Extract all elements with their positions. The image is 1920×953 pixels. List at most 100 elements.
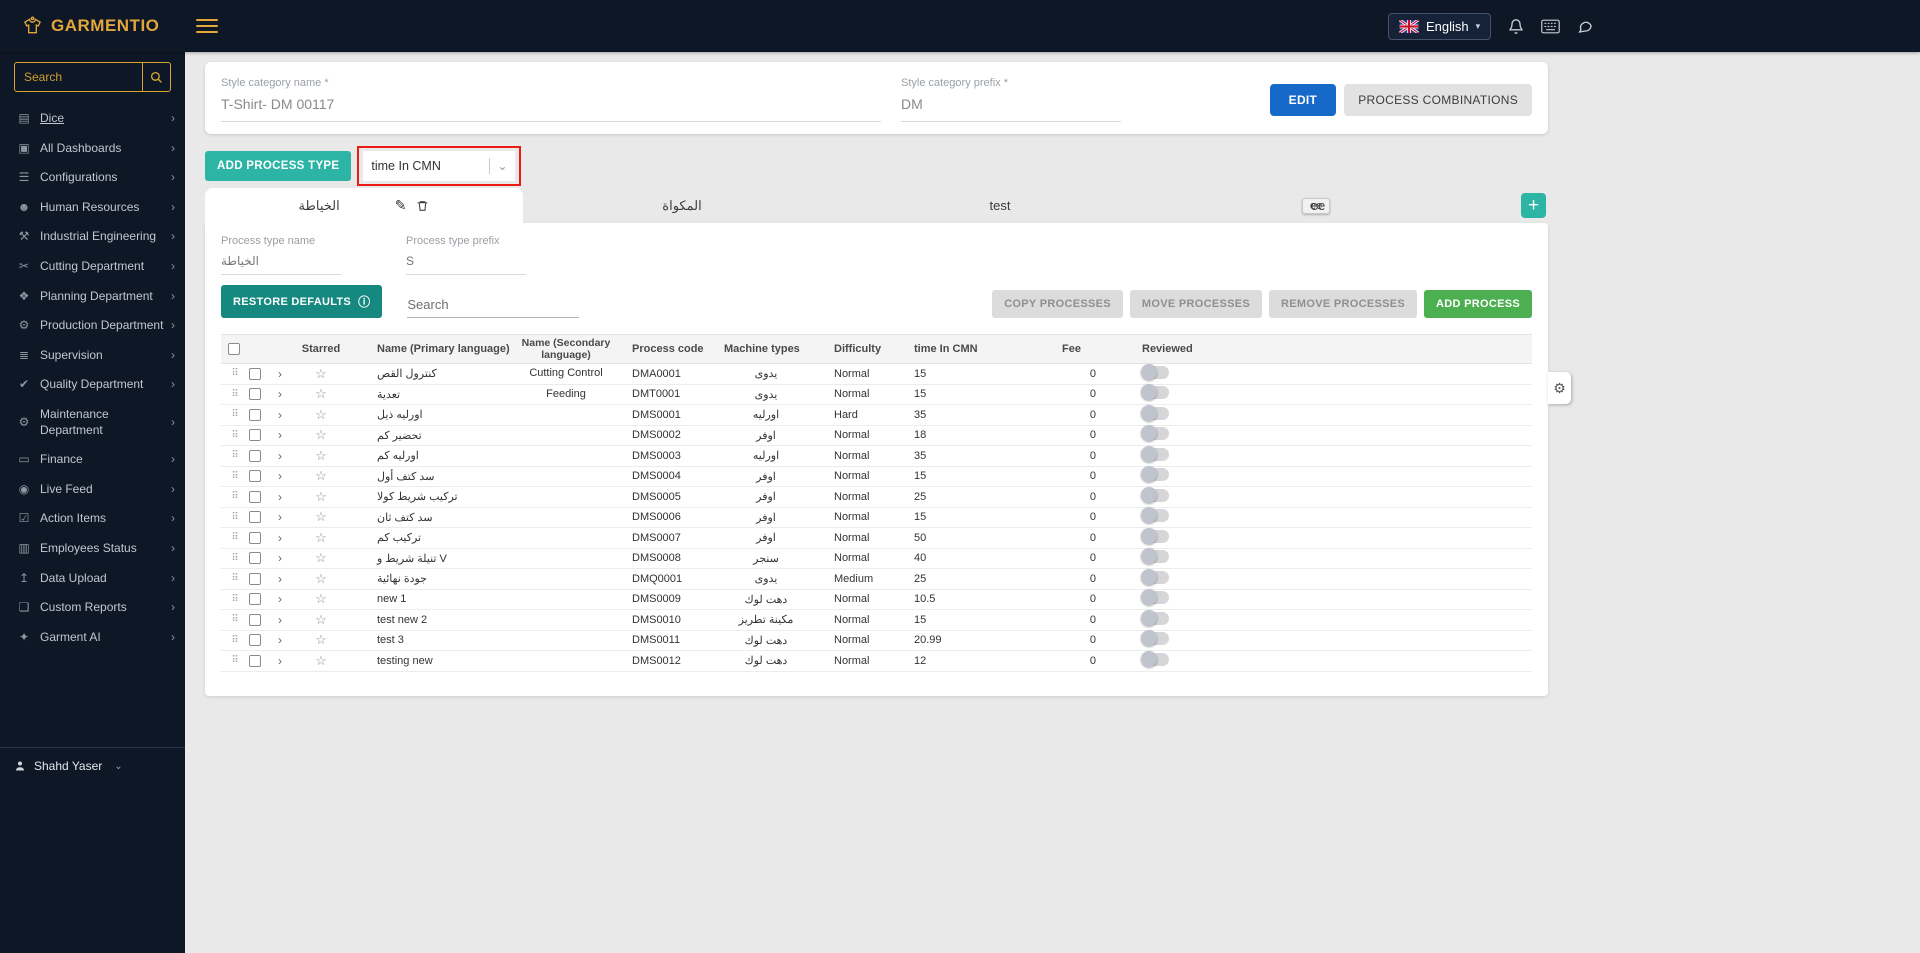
row-checkbox[interactable] xyxy=(249,572,261,585)
expand-row-icon[interactable]: › xyxy=(269,531,291,545)
drag-handle-icon[interactable]: ⠿ xyxy=(221,450,249,461)
drag-handle-icon[interactable]: ⠿ xyxy=(221,471,249,482)
expand-row-icon[interactable]: › xyxy=(269,449,291,463)
header-name-secondary[interactable]: Name (Secondary language) xyxy=(511,337,621,361)
reviewed-toggle[interactable] xyxy=(1141,548,1169,565)
expand-row-icon[interactable]: › xyxy=(269,551,291,565)
header-difficulty[interactable]: Difficulty xyxy=(816,343,906,355)
reviewed-toggle[interactable] xyxy=(1141,568,1169,585)
expand-row-icon[interactable]: › xyxy=(269,633,291,647)
expand-row-icon[interactable]: › xyxy=(269,469,291,483)
drag-handle-icon[interactable]: ⠿ xyxy=(221,553,249,564)
star-icon[interactable]: ☆ xyxy=(315,653,327,668)
table-search-input[interactable]: Search xyxy=(407,295,580,318)
header-reviewed[interactable]: Reviewed xyxy=(1136,343,1231,355)
expand-row-icon[interactable]: › xyxy=(269,510,291,524)
search-icon[interactable] xyxy=(142,63,170,91)
add-process-button[interactable]: ADD PROCESS xyxy=(1424,290,1532,318)
row-checkbox[interactable] xyxy=(249,408,261,421)
row-checkbox[interactable] xyxy=(249,531,261,544)
sidebar-item-live-feed[interactable]: ◉ Live Feed › xyxy=(0,475,185,505)
expand-row-icon[interactable]: › xyxy=(269,592,291,606)
star-icon[interactable]: ☆ xyxy=(315,448,327,463)
star-icon[interactable]: ☆ xyxy=(315,530,327,545)
sidebar-item-dice[interactable]: ▤ Dice › xyxy=(0,104,185,134)
expand-row-icon[interactable]: › xyxy=(269,408,291,422)
star-icon[interactable]: ☆ xyxy=(315,366,327,381)
row-checkbox[interactable] xyxy=(249,367,261,380)
drag-handle-icon[interactable]: ⠿ xyxy=(221,635,249,646)
row-checkbox[interactable] xyxy=(249,552,261,565)
expand-row-icon[interactable]: › xyxy=(269,654,291,668)
header-fee[interactable]: Fee xyxy=(1056,343,1136,355)
reviewed-toggle[interactable] xyxy=(1141,507,1169,524)
reviewed-toggle[interactable] xyxy=(1141,384,1169,401)
reviewed-toggle[interactable] xyxy=(1141,445,1169,462)
header-process-code[interactable]: Process code xyxy=(621,343,716,355)
sidebar-item-quality-department[interactable]: ✔ Quality Department › xyxy=(0,370,185,400)
sidebar-item-action-items[interactable]: ☑ Action Items › xyxy=(0,504,185,534)
row-checkbox[interactable] xyxy=(249,654,261,667)
sidebar-item-employees-status[interactable]: ▥ Employees Status › xyxy=(0,534,185,564)
drag-handle-icon[interactable]: ⠿ xyxy=(221,594,249,605)
drag-handle-icon[interactable]: ⠿ xyxy=(221,573,249,584)
drag-handle-icon[interactable]: ⠿ xyxy=(221,389,249,400)
drag-handle-icon[interactable]: ⠿ xyxy=(221,532,249,543)
row-checkbox[interactable] xyxy=(249,634,261,647)
add-process-type-tab-button[interactable]: + xyxy=(1521,193,1546,218)
reviewed-toggle[interactable] xyxy=(1141,609,1169,626)
row-checkbox[interactable] xyxy=(249,511,261,524)
header-time-in-cmn[interactable]: time In CMN xyxy=(906,343,1056,355)
drag-handle-icon[interactable]: ⠿ xyxy=(221,430,249,441)
sidebar-item-maintenance-department[interactable]: ⚙ Maintenance Department › xyxy=(0,400,185,445)
sidebar-item-supervision[interactable]: ≣ Supervision › xyxy=(0,341,185,371)
edit-icon[interactable]: ✎ xyxy=(395,197,407,214)
star-icon[interactable]: ☆ xyxy=(315,509,327,524)
star-icon[interactable]: ☆ xyxy=(315,427,327,442)
expand-row-icon[interactable]: › xyxy=(269,572,291,586)
process-type-prefix-field[interactable]: S xyxy=(406,254,526,275)
reviewed-toggle[interactable] xyxy=(1141,650,1169,667)
bell-icon[interactable] xyxy=(1508,18,1524,35)
delete-icon[interactable] xyxy=(416,199,429,213)
sidebar-item-production-department[interactable]: ⚙ Production Department › xyxy=(0,311,185,341)
sidebar-item-cutting-department[interactable]: ✂ Cutting Department › xyxy=(0,252,185,282)
expand-row-icon[interactable]: › xyxy=(269,613,291,627)
reviewed-toggle[interactable] xyxy=(1141,466,1169,483)
reviewed-toggle[interactable] xyxy=(1141,630,1169,647)
star-icon[interactable]: ☆ xyxy=(315,591,327,606)
sidebar-item-data-upload[interactable]: ↥ Data Upload › xyxy=(0,564,185,594)
reviewed-toggle[interactable] xyxy=(1141,527,1169,544)
copy-processes-button[interactable]: COPY PROCESSES xyxy=(992,290,1123,318)
row-checkbox[interactable] xyxy=(249,490,261,503)
style-name-field[interactable]: T-Shirt- DM 00117 xyxy=(221,96,881,122)
restore-defaults-button[interactable]: RESTORE DEFAULTS ⓘ xyxy=(221,285,383,318)
select-all-checkbox[interactable] xyxy=(228,343,240,356)
style-prefix-field[interactable]: DM xyxy=(901,96,1121,122)
time-metric-dropdown[interactable]: time In CMN ⌄ xyxy=(363,151,516,181)
column-settings-tab[interactable]: ⚙ xyxy=(1548,372,1571,404)
tab-process-type-0[interactable]: الخياطة ✎ xyxy=(205,188,523,223)
star-icon[interactable]: ☆ xyxy=(315,386,327,401)
hamburger-menu-icon[interactable] xyxy=(196,19,218,33)
row-checkbox[interactable] xyxy=(249,613,261,626)
edit-button[interactable]: EDIT xyxy=(1269,83,1337,116)
header-machine-types[interactable]: Machine types xyxy=(716,343,816,355)
remove-processes-button[interactable]: REMOVE PROCESSES xyxy=(1269,290,1418,318)
sidebar-item-configurations[interactable]: ☰ Configurations › xyxy=(0,163,185,193)
reviewed-toggle[interactable] xyxy=(1141,404,1169,421)
header-starred[interactable]: Starred xyxy=(291,343,351,355)
search-input[interactable] xyxy=(15,70,142,84)
sidebar-item-all-dashboards[interactable]: ▣ All Dashboards › xyxy=(0,134,185,164)
row-checkbox[interactable] xyxy=(249,593,261,606)
language-selector[interactable]: English ▾ xyxy=(1388,12,1492,40)
drag-handle-icon[interactable]: ⠿ xyxy=(221,655,249,666)
expand-row-icon[interactable]: › xyxy=(269,387,291,401)
move-processes-button[interactable]: MOVE PROCESSES xyxy=(1129,290,1263,318)
sidebar-item-custom-reports[interactable]: ❏ Custom Reports › xyxy=(0,593,185,623)
drag-handle-icon[interactable]: ⠿ xyxy=(221,368,249,379)
star-icon[interactable]: ☆ xyxy=(315,468,327,483)
add-process-type-button[interactable]: ADD PROCESS TYPE xyxy=(205,151,352,181)
user-menu[interactable]: Shahd Yaser ⌄ xyxy=(0,747,185,784)
process-combinations-button[interactable]: PROCESS COMBINATIONS xyxy=(1344,83,1532,116)
